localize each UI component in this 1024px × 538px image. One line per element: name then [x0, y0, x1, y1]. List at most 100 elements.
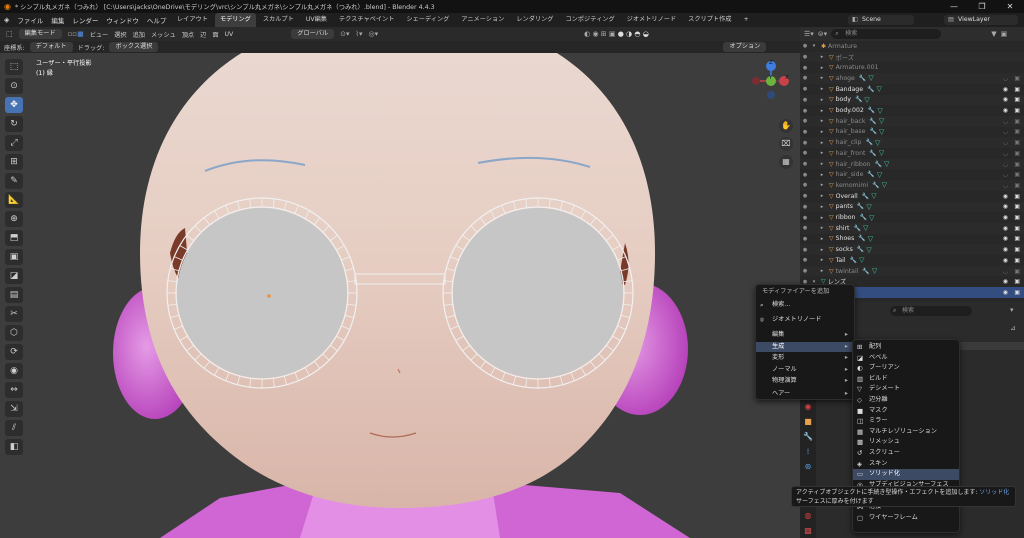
- rip-icon[interactable]: ◧: [5, 439, 23, 455]
- camera-icon[interactable]: ▣: [1014, 182, 1020, 189]
- annotate-icon[interactable]: ✎: [5, 173, 23, 189]
- generate-item[interactable]: ⊞ 配列: [853, 342, 959, 353]
- camera-icon[interactable]: ▣: [1014, 268, 1020, 275]
- scene-selector[interactable]: ◧ Scene: [848, 15, 914, 25]
- outliner-row[interactable]: ● ▸ ▽ hair_side 🔧 ▽ ◡ ▣: [800, 169, 1024, 180]
- add-modifier-item[interactable]: ⌾ ジオメトリノード: [756, 315, 854, 326]
- visibility-dot-icon[interactable]: ●: [800, 225, 810, 231]
- rotate-icon[interactable]: ↻: [5, 116, 23, 132]
- eye-icon[interactable]: ◉: [1003, 289, 1008, 296]
- outliner-row[interactable]: ● ▸ ▽ ahoge 🔧 ▽ ◡ ▣: [800, 73, 1024, 84]
- bevel-icon[interactable]: ◪: [5, 268, 23, 284]
- tab-texture-paint[interactable]: テクスチャペイント: [334, 13, 399, 27]
- camera-icon[interactable]: ▣: [1014, 86, 1020, 93]
- new-collection-icon[interactable]: ▣: [1001, 30, 1008, 38]
- add-modifier-item[interactable]: 生成 ▸: [756, 341, 854, 353]
- camera-icon[interactable]: ▣: [1014, 225, 1020, 232]
- generate-item[interactable]: ▩ リメッシュ: [853, 437, 959, 448]
- close-button[interactable]: ✕: [996, 0, 1024, 13]
- move-icon[interactable]: ✥: [5, 97, 23, 113]
- minimize-button[interactable]: —: [940, 0, 968, 13]
- eye-icon[interactable]: ◡: [1003, 182, 1008, 189]
- visibility-dot-icon[interactable]: ●: [800, 150, 810, 156]
- eye-icon[interactable]: ◡: [1003, 139, 1008, 146]
- perspective-toggle-icon[interactable]: ▦: [779, 155, 793, 169]
- add-modifier-item[interactable]: ⌕ 検索...: [756, 300, 854, 311]
- transform-icon[interactable]: ⊞: [5, 154, 23, 170]
- editor-type-icon[interactable]: ⬚: [6, 30, 13, 38]
- expand-arrow-icon[interactable]: ▸: [818, 86, 826, 92]
- expand-arrow-icon[interactable]: ▸: [818, 54, 826, 60]
- camera-view-icon[interactable]: ⌧: [779, 137, 793, 151]
- tab-shading[interactable]: シェーディング: [401, 13, 454, 27]
- properties-options-icon[interactable]: ▾: [1010, 306, 1014, 314]
- outliner-row[interactable]: ● ▸ ▽ Shoes 🔧 ▽ ◉ ▣: [800, 234, 1024, 245]
- expand-arrow-icon[interactable]: ▸: [818, 108, 826, 114]
- expand-arrow-icon[interactable]: ▸: [818, 172, 826, 178]
- visibility-dot-icon[interactable]: ●: [800, 268, 810, 274]
- expand-arrow-icon[interactable]: ▸: [818, 257, 826, 263]
- generate-item[interactable]: ▥ ビルド: [853, 374, 959, 385]
- tab-rendering[interactable]: レンダリング: [511, 13, 558, 27]
- outliner-item-name[interactable]: Tail: [836, 257, 846, 264]
- eye-icon[interactable]: ◡: [1003, 150, 1008, 157]
- scale-icon[interactable]: ⤢: [5, 135, 23, 151]
- outliner-row[interactable]: ● ▸ ▽ shirt 🔧 ▽ ◉ ▣: [800, 222, 1024, 234]
- visibility-dot-icon[interactable]: ●: [800, 140, 810, 146]
- visibility-dot-icon[interactable]: ●: [800, 215, 810, 221]
- outliner-item-name[interactable]: hair_base: [836, 128, 866, 135]
- outliner-row[interactable]: ● ▸ ▽ Armature.001: [800, 62, 1024, 73]
- outliner-item-name[interactable]: body: [836, 96, 851, 103]
- loop-cut-icon[interactable]: ▤: [5, 287, 23, 303]
- visibility-dot-icon[interactable]: ●: [800, 65, 810, 71]
- eye-icon[interactable]: ◉: [1003, 107, 1008, 114]
- menu-edit[interactable]: 編集: [51, 15, 64, 25]
- visibility-dot-icon[interactable]: ●: [800, 182, 810, 188]
- menu-uv[interactable]: UV: [225, 31, 234, 38]
- eye-icon[interactable]: ◉: [1003, 203, 1008, 210]
- camera-icon[interactable]: ▣: [1014, 193, 1020, 200]
- menu-window[interactable]: ウィンドウ: [106, 15, 139, 25]
- expand-arrow-icon[interactable]: ▸: [818, 204, 826, 210]
- generate-item[interactable]: ▭ ソリッド化: [853, 469, 959, 480]
- outliner-row[interactable]: ● ▸ ▽ hair_base 🔧 ▽ ◡ ▣: [800, 127, 1024, 138]
- eye-icon[interactable]: ◉: [1003, 246, 1008, 253]
- generate-item[interactable]: ◇ 辺分離: [853, 395, 959, 406]
- camera-icon[interactable]: ▣: [1014, 246, 1020, 253]
- camera-icon[interactable]: ▣: [1014, 107, 1020, 114]
- camera-icon[interactable]: ▣: [1014, 96, 1020, 103]
- tab-compositing[interactable]: コンポジティング: [561, 13, 620, 27]
- expand-arrow-icon[interactable]: ▸: [818, 118, 826, 124]
- menu-face[interactable]: 面: [212, 30, 218, 39]
- camera-icon[interactable]: ▣: [1014, 171, 1020, 178]
- camera-icon[interactable]: ▣: [1014, 150, 1020, 157]
- visibility-dot-icon[interactable]: ●: [800, 97, 810, 103]
- outliner-row[interactable]: ● ▸ ▽ Tail 🔧 ▽ ◉ ▣: [800, 255, 1024, 266]
- camera-icon[interactable]: ▣: [1014, 139, 1020, 146]
- outliner-item-name[interactable]: pants: [836, 203, 853, 210]
- outliner-item-name[interactable]: twintail: [836, 268, 859, 275]
- tab-uv-edit[interactable]: UV編集: [301, 13, 332, 27]
- expand-arrow-icon[interactable]: ▾: [810, 43, 818, 49]
- camera-icon[interactable]: ▣: [1014, 257, 1020, 264]
- material-tab-icon[interactable]: ◍: [800, 508, 816, 523]
- outliner-row[interactable]: ● ▸ ▽ body 🔧 ▽ ◉ ▣: [800, 94, 1024, 106]
- pin-icon[interactable]: ⊿: [1010, 324, 1016, 332]
- outliner-row[interactable]: ● ▸ ▽ Overall 🔧 ▽ ◉ ▣: [800, 191, 1024, 202]
- inset-icon[interactable]: ▣: [5, 249, 23, 265]
- add-modifier-item[interactable]: 変形 ▸: [756, 353, 854, 364]
- add-cube-icon[interactable]: ⊕: [5, 211, 23, 227]
- eye-icon[interactable]: ◉: [1003, 225, 1008, 232]
- outliner-editor-icon[interactable]: ☰▾: [804, 30, 814, 38]
- select-mode-icons[interactable]: ▫▫■: [68, 30, 84, 38]
- camera-icon[interactable]: ▣: [1014, 118, 1020, 125]
- visibility-dot-icon[interactable]: ●: [800, 161, 810, 167]
- outliner-item-name[interactable]: hair_back: [836, 118, 866, 125]
- generate-item[interactable]: ▢ ワイヤーフレーム: [853, 513, 959, 524]
- eye-icon[interactable]: ◉: [1003, 257, 1008, 264]
- outliner-row[interactable]: ● ▸ ▽ hair_front 🔧 ▽ ◡ ▣: [800, 148, 1024, 159]
- coord-system-dropdown[interactable]: デフォルト: [29, 42, 73, 52]
- menu-vertex[interactable]: 頂点: [182, 30, 194, 39]
- eye-icon[interactable]: ◉: [1003, 193, 1008, 200]
- maximize-button[interactable]: ❐: [968, 0, 996, 13]
